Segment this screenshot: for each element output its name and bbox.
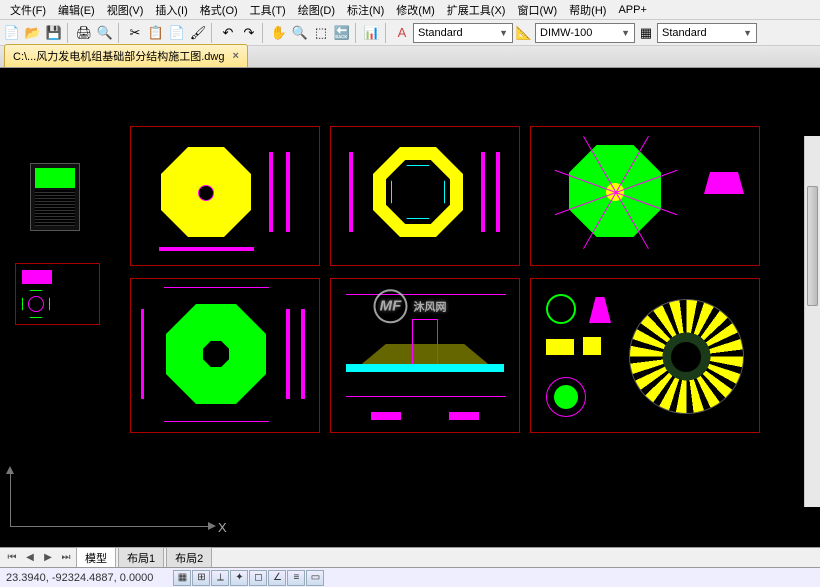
redo-icon[interactable]: ↷ (239, 23, 259, 43)
drawing-panel-6 (530, 278, 760, 433)
close-tab-icon[interactable]: × (232, 50, 238, 62)
ucs-x-axis (10, 526, 210, 527)
menu-draw[interactable]: 绘图(D) (292, 0, 341, 20)
menu-annotate[interactable]: 标注(N) (341, 0, 390, 20)
menu-format[interactable]: 格式(O) (194, 0, 244, 20)
drawing-panel-3 (530, 126, 760, 266)
thumbnail-titleblock (30, 163, 80, 231)
main-toolbar: 📄 📂 💾 🖨 🔍 ✂ 📋 📄 🖌 ↶ ↷ ✋ 🔍 ⬚ 🔙 📊 A Standa… (0, 20, 820, 46)
text-style-value: Standard (418, 27, 463, 39)
menu-appplus[interactable]: APP+ (612, 2, 652, 18)
table-style-icon[interactable]: ▦ (636, 23, 656, 43)
menu-exttools[interactable]: 扩展工具(X) (441, 0, 512, 20)
polar-toggle[interactable]: ✦ (230, 570, 248, 586)
vertical-scrollbar[interactable] (804, 136, 820, 507)
preview-icon[interactable]: 🔍 (95, 23, 115, 43)
chevron-down-icon: ▼ (743, 28, 752, 38)
dim-style-value: DIMW-100 (540, 27, 592, 39)
menu-window[interactable]: 窗口(W) (511, 0, 563, 20)
open-icon[interactable]: 📂 (23, 23, 43, 43)
tab-first-icon[interactable]: ⏮ (4, 550, 20, 566)
grid-toggle[interactable]: ⊞ (192, 570, 210, 586)
separator (262, 23, 266, 43)
layout-tab-2[interactable]: 布局2 (166, 547, 212, 569)
table-style-dropdown[interactable]: Standard ▼ (657, 23, 757, 43)
layout-tab-bar: ⏮ ◀ ▶ ⏭ 模型 布局1 布局2 (0, 547, 820, 567)
drawing-panel-4 (130, 278, 320, 433)
table-style-value: Standard (662, 27, 707, 39)
status-bar: 23.3940, -92324.4887, 0.0000 ▦ ⊞ ⟂ ✦ ◻ ∠… (0, 567, 820, 587)
document-tabs: C:\...风力发电机组基础部分结构施工图.dwg × (0, 46, 820, 68)
tab-last-icon[interactable]: ⏭ (58, 550, 74, 566)
menu-tools[interactable]: 工具(T) (244, 0, 292, 20)
ucs-y-axis (10, 472, 11, 527)
zoom-icon[interactable]: 🔍 (290, 23, 310, 43)
drawing-panel-5 (330, 278, 520, 433)
separator (355, 23, 359, 43)
chevron-down-icon: ▼ (621, 28, 630, 38)
chevron-down-icon: ▼ (499, 28, 508, 38)
status-toggles: ▦ ⊞ ⟂ ✦ ◻ ∠ ≡ ▭ (173, 570, 324, 586)
ucs-x-label: X (218, 520, 227, 535)
snap-toggle[interactable]: ▦ (173, 570, 191, 586)
match-icon[interactable]: 🖌 (188, 23, 208, 43)
layout-tab-1[interactable]: 布局1 (118, 547, 164, 569)
zoom-window-icon[interactable]: ⬚ (311, 23, 331, 43)
menu-edit[interactable]: 编辑(E) (52, 0, 101, 20)
dim-style-dropdown[interactable]: DIMW-100 ▼ (535, 23, 635, 43)
print-icon[interactable]: 🖨 (74, 23, 94, 43)
file-tab[interactable]: C:\...风力发电机组基础部分结构施工图.dwg × (4, 44, 248, 67)
pan-icon[interactable]: ✋ (269, 23, 289, 43)
new-icon[interactable]: 📄 (2, 23, 22, 43)
tab-next-icon[interactable]: ▶ (40, 550, 56, 566)
menu-view[interactable]: 视图(V) (101, 0, 150, 20)
separator (118, 23, 122, 43)
osnap-toggle[interactable]: ◻ (249, 570, 267, 586)
drawing-panel-2 (330, 126, 520, 266)
otrack-toggle[interactable]: ∠ (268, 570, 286, 586)
layer-icon[interactable]: 📊 (362, 23, 382, 43)
drawing-canvas[interactable]: MF 沐风网 X (0, 68, 820, 547)
text-style-icon[interactable]: A (392, 23, 412, 43)
paste-icon[interactable]: 📄 (167, 23, 187, 43)
copy-icon[interactable]: 📋 (146, 23, 166, 43)
thumbnail-detail (15, 263, 100, 325)
scrollbar-thumb[interactable] (807, 186, 818, 306)
layout-tab-model[interactable]: 模型 (76, 547, 116, 569)
lweight-toggle[interactable]: ≡ (287, 570, 305, 586)
text-style-dropdown[interactable]: Standard ▼ (413, 23, 513, 43)
menu-insert[interactable]: 插入(I) (149, 0, 193, 20)
menu-bar: 文件(F) 编辑(E) 视图(V) 插入(I) 格式(O) 工具(T) 绘图(D… (0, 0, 820, 20)
menu-modify[interactable]: 修改(M) (390, 0, 441, 20)
dim-style-icon[interactable]: 📐 (514, 23, 534, 43)
separator (211, 23, 215, 43)
save-icon[interactable]: 💾 (44, 23, 64, 43)
undo-icon[interactable]: ↶ (218, 23, 238, 43)
separator (385, 23, 389, 43)
coordinate-display: 23.3940, -92324.4887, 0.0000 (6, 572, 153, 584)
zoom-prev-icon[interactable]: 🔙 (332, 23, 352, 43)
separator (67, 23, 71, 43)
tab-prev-icon[interactable]: ◀ (22, 550, 38, 566)
menu-file[interactable]: 文件(F) (4, 0, 52, 20)
menu-help[interactable]: 帮助(H) (563, 0, 612, 20)
ortho-toggle[interactable]: ⟂ (211, 570, 229, 586)
cut-icon[interactable]: ✂ (125, 23, 145, 43)
drawing-panel-1 (130, 126, 320, 266)
model-toggle[interactable]: ▭ (306, 570, 324, 586)
file-tab-label: C:\...风力发电机组基础部分结构施工图.dwg (13, 48, 224, 64)
